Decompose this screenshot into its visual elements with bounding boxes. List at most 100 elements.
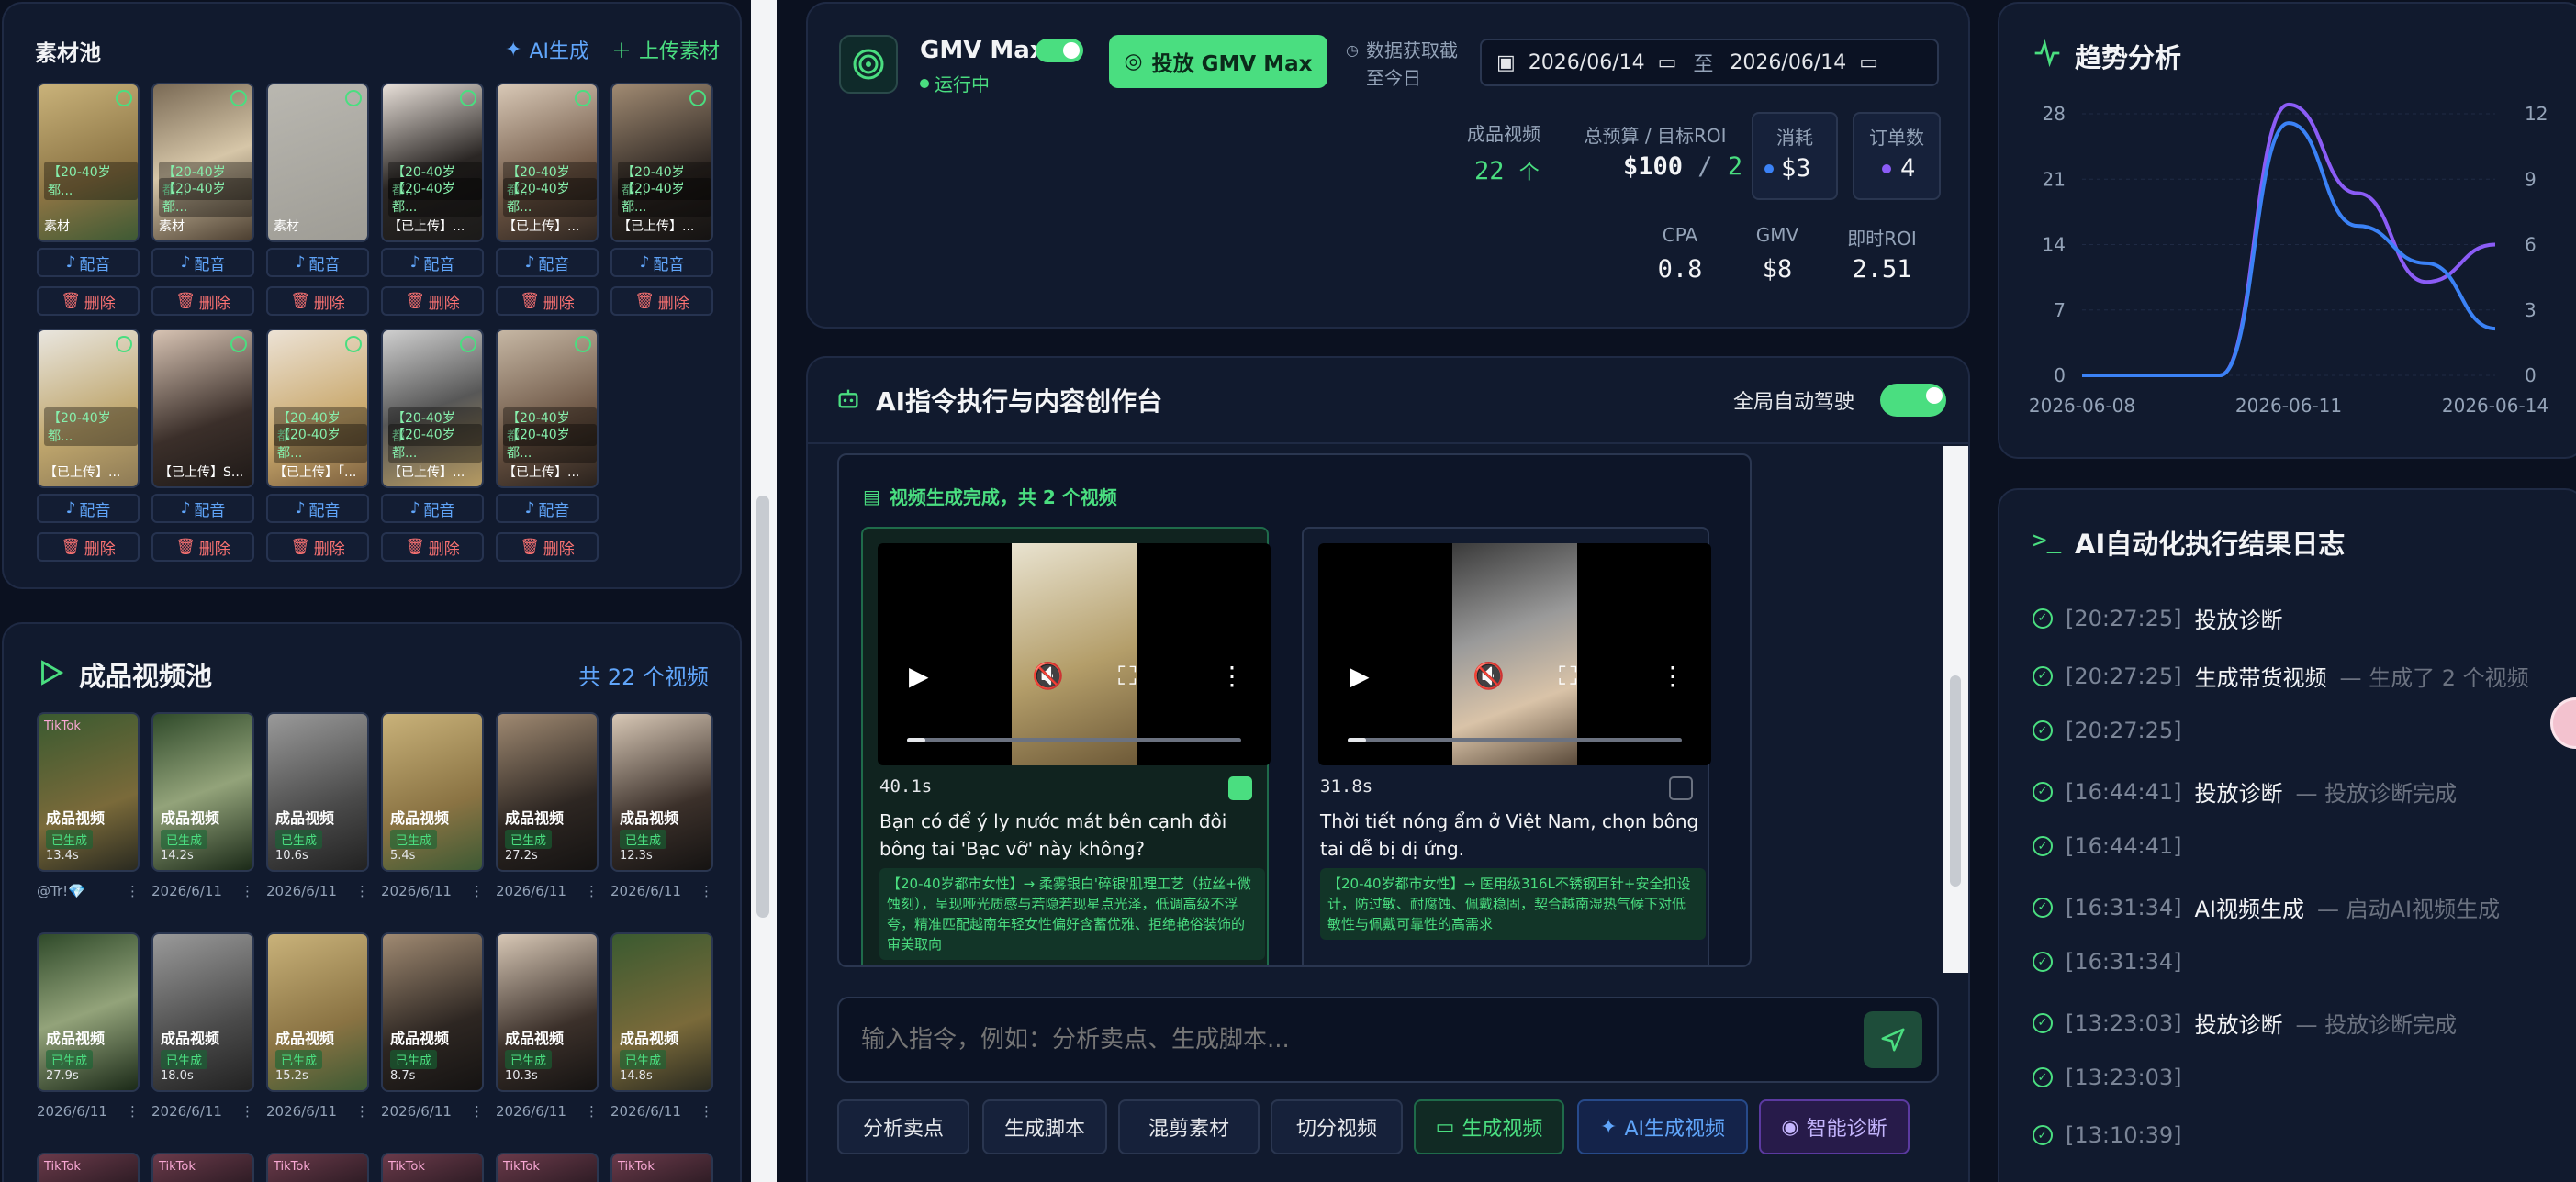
ai-scrollbar-thumb[interactable]: [1950, 675, 1961, 886]
more-menu-icon[interactable]: ⋮: [355, 883, 369, 899]
check-circle-icon[interactable]: [345, 90, 362, 106]
generated-video-card[interactable]: ▶ 🔇 ⛶ ⋮ 31.8s Thời tiết nóng ẩm ở Việt Nam, c…: [1302, 527, 1711, 965]
video-select-checkbox[interactable]: [1228, 776, 1252, 800]
dub-button[interactable]: ♪ 配音: [496, 494, 599, 523]
more-menu-icon[interactable]: ⋮: [700, 883, 713, 899]
more-menu-icon[interactable]: ⋮: [470, 883, 484, 899]
check-circle-icon[interactable]: [230, 336, 247, 352]
upload-material-button[interactable]: ＋ 上传素材: [611, 35, 720, 64]
dub-button[interactable]: ♪ 配音: [610, 248, 713, 277]
check-circle-icon[interactable]: [230, 90, 247, 106]
delete-button[interactable]: 🗑 删除: [151, 286, 254, 316]
video-card[interactable]: 成品视频 已生成 5.4s: [381, 712, 484, 872]
calendar-from-icon[interactable]: ▭: [1658, 51, 1677, 74]
gmv-toggle[interactable]: [1036, 39, 1083, 62]
video-card[interactable]: 成品视频 已生成 15.2s: [266, 932, 369, 1092]
material-thumbnail[interactable]: 【已上传】S...: [151, 329, 254, 488]
mute-icon[interactable]: 🔇: [1473, 661, 1505, 691]
video-card[interactable]: TikTok: [151, 1153, 254, 1182]
chip-analyze-selling-points[interactable]: 分析卖点: [837, 1099, 969, 1154]
delete-button[interactable]: 🗑 删除: [151, 532, 254, 562]
mute-icon[interactable]: 🔇: [1032, 661, 1064, 691]
date-to[interactable]: 2026/06/14: [1730, 51, 1846, 74]
video-card[interactable]: TikTok: [381, 1153, 484, 1182]
dub-button[interactable]: ♪ 配音: [37, 248, 140, 277]
dub-button[interactable]: ♪ 配音: [496, 248, 599, 277]
more-options-icon[interactable]: ⋮: [1219, 661, 1245, 691]
more-menu-icon[interactable]: ⋮: [241, 883, 254, 899]
video-card[interactable]: TikTok: [266, 1153, 369, 1182]
dub-button[interactable]: ♪ 配音: [266, 248, 369, 277]
check-circle-icon[interactable]: [460, 90, 476, 106]
check-circle-icon[interactable]: [345, 336, 362, 352]
more-menu-icon[interactable]: ⋮: [355, 1103, 369, 1120]
video-select-checkbox[interactable]: [1669, 776, 1693, 800]
delete-button[interactable]: 🗑 删除: [37, 532, 140, 562]
send-button[interactable]: [1864, 1011, 1922, 1068]
delete-button[interactable]: 🗑 删除: [496, 286, 599, 316]
check-circle-icon[interactable]: [575, 336, 591, 352]
material-thumbnail[interactable]: 【20-40岁都... 【20-40岁都... 【已上传】...: [610, 83, 713, 242]
check-circle-icon[interactable]: [689, 90, 706, 106]
more-menu-icon[interactable]: ⋮: [470, 1103, 484, 1120]
more-menu-icon[interactable]: ⋮: [700, 1103, 713, 1120]
chip-ai-generate-video[interactable]: ✦ AI生成视频: [1577, 1099, 1748, 1154]
more-menu-icon[interactable]: ⋮: [585, 1103, 599, 1120]
material-thumbnail[interactable]: 【20-40岁都... 【20-40岁都... 【已上传】「...: [266, 329, 369, 488]
chip-generate-video[interactable]: ▭ 生成视频: [1414, 1099, 1564, 1154]
fullscreen-icon[interactable]: ⛶: [1118, 661, 1137, 692]
chip-generate-script[interactable]: 生成脚本: [982, 1099, 1107, 1154]
generated-video-card[interactable]: ▶ 🔇 ⛶ ⋮ 40.1s Bạn có để ý ly nước mát bên cạn…: [861, 527, 1271, 965]
material-thumbnail[interactable]: 【20-40岁都... 【20-40岁都... 素材: [151, 83, 254, 242]
launch-gmv-button[interactable]: ◎ 投放 GMV Max: [1109, 35, 1327, 88]
video-progress-bar[interactable]: [1348, 738, 1682, 742]
dub-button[interactable]: ♪ 配音: [37, 494, 140, 523]
video-card[interactable]: 成品视频 已生成 18.0s: [151, 932, 254, 1092]
video-card[interactable]: TikTok: [610, 1153, 713, 1182]
video-card[interactable]: TikTok 成品视频 已生成 13.4s: [37, 712, 140, 872]
play-icon[interactable]: ▶: [1350, 661, 1370, 691]
material-thumbnail[interactable]: 【20-40岁都... 素材: [37, 83, 140, 242]
video-card[interactable]: 成品视频 已生成 10.6s: [266, 712, 369, 872]
dub-button[interactable]: ♪ 配音: [151, 248, 254, 277]
video-card[interactable]: TikTok: [37, 1153, 140, 1182]
ai-scrollbar-track[interactable]: [1943, 446, 1968, 973]
dub-button[interactable]: ♪ 配音: [151, 494, 254, 523]
video-progress-bar[interactable]: [907, 738, 1241, 742]
material-thumbnail[interactable]: 【20-40岁都... 【20-40岁都... 【已上传】...: [496, 83, 599, 242]
auto-pilot-toggle[interactable]: [1880, 384, 1946, 417]
video-card[interactable]: 成品视频 已生成 27.2s: [496, 712, 599, 872]
calendar-to-icon[interactable]: ▭: [1859, 51, 1878, 74]
video-player[interactable]: ▶ 🔇 ⛶ ⋮: [878, 543, 1271, 765]
more-menu-icon[interactable]: ⋮: [585, 883, 599, 899]
material-thumbnail[interactable]: 【20-40岁都... 【已上传】...: [37, 329, 140, 488]
video-card[interactable]: 成品视频 已生成 14.8s: [610, 932, 713, 1092]
more-options-icon[interactable]: ⋮: [1660, 661, 1686, 691]
video-card[interactable]: TikTok: [496, 1153, 599, 1182]
material-thumbnail[interactable]: 素材: [266, 83, 369, 242]
check-circle-icon[interactable]: [116, 90, 132, 106]
delete-button[interactable]: 🗑 删除: [266, 286, 369, 316]
delete-button[interactable]: 🗑 删除: [37, 286, 140, 316]
left-scrollbar-thumb[interactable]: [756, 496, 769, 918]
delete-button[interactable]: 🗑 删除: [610, 286, 713, 316]
video-card[interactable]: 成品视频 已生成 14.2s: [151, 712, 254, 872]
material-thumbnail[interactable]: 【20-40岁都... 【20-40岁都... 【已上传】...: [381, 329, 484, 488]
delete-button[interactable]: 🗑 删除: [266, 532, 369, 562]
play-icon[interactable]: ▶: [909, 661, 929, 691]
date-range-picker[interactable]: ▣ 2026/06/14 ▭ 至 2026/06/14 ▭: [1480, 39, 1939, 86]
chip-split-video[interactable]: 切分视频: [1271, 1099, 1403, 1154]
video-card[interactable]: 成品视频 已生成 27.9s: [37, 932, 140, 1092]
delete-button[interactable]: 🗑 删除: [381, 532, 484, 562]
command-input[interactable]: [839, 998, 1849, 1081]
check-circle-icon[interactable]: [575, 90, 591, 106]
video-card[interactable]: 成品视频 已生成 12.3s: [610, 712, 713, 872]
delete-button[interactable]: 🗑 删除: [496, 532, 599, 562]
fullscreen-icon[interactable]: ⛶: [1559, 661, 1577, 692]
date-from[interactable]: 2026/06/14: [1529, 51, 1645, 74]
more-menu-icon[interactable]: ⋮: [126, 1103, 140, 1120]
video-card[interactable]: 成品视频 已生成 8.7s: [381, 932, 484, 1092]
video-player[interactable]: ▶ 🔇 ⛶ ⋮: [1318, 543, 1711, 765]
dub-button[interactable]: ♪ 配音: [381, 248, 484, 277]
video-card[interactable]: 成品视频 已生成 10.3s: [496, 932, 599, 1092]
